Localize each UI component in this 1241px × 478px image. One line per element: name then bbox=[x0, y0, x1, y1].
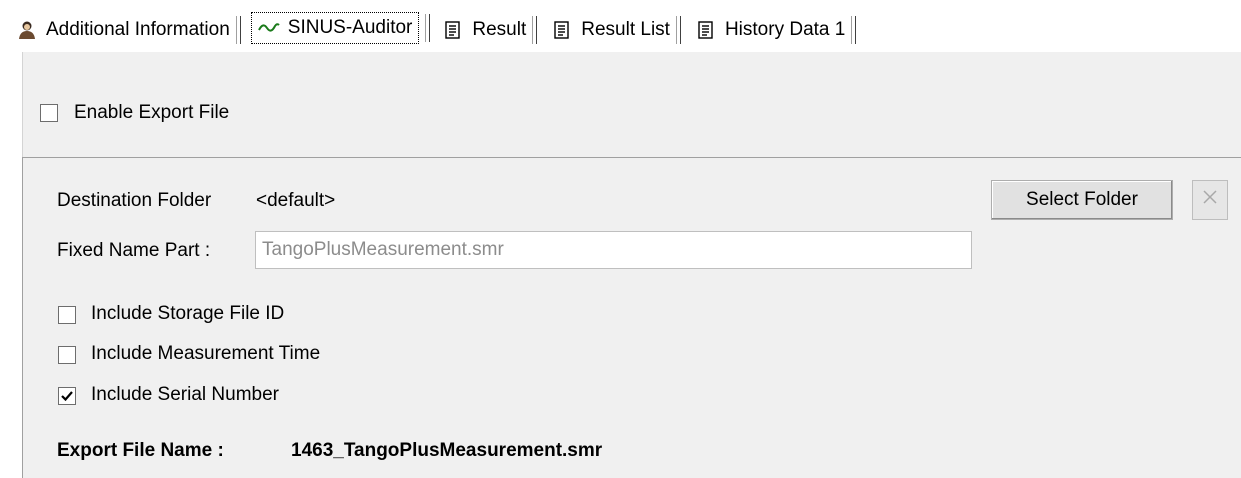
tab-history-data-1[interactable]: History Data 1 bbox=[687, 13, 862, 47]
fixed-name-value: TangoPlusMeasurement.smr bbox=[262, 239, 504, 260]
include-storage-file-id-checkbox[interactable] bbox=[58, 306, 76, 324]
tab-separator bbox=[675, 16, 681, 44]
clear-folder-button[interactable] bbox=[1192, 180, 1228, 220]
close-icon bbox=[1202, 189, 1218, 211]
tab-label: SINUS-Auditor bbox=[287, 17, 413, 38]
destination-folder-value: <default> bbox=[256, 190, 336, 211]
fixed-name-label: Fixed Name Part : bbox=[57, 240, 211, 261]
tab-result-list[interactable]: Result List bbox=[543, 13, 687, 47]
document-icon bbox=[551, 19, 573, 41]
include-serial-number-checkbox[interactable] bbox=[58, 387, 76, 405]
enable-export-label: Enable Export File bbox=[74, 102, 230, 123]
document-icon bbox=[695, 19, 717, 41]
tab-bar: Additional Information SINUS-Auditor Res… bbox=[8, 10, 862, 52]
tab-label: Additional Information bbox=[46, 19, 230, 40]
include-measurement-time-checkbox[interactable] bbox=[58, 346, 76, 364]
include-measurement-time-label: Include Measurement Time bbox=[91, 343, 321, 364]
export-file-name-value: 1463_TangoPlusMeasurement.smr bbox=[291, 440, 603, 461]
tab-separator bbox=[851, 16, 857, 44]
tab-focus-outline: SINUS-Auditor bbox=[250, 12, 420, 44]
tab-separator bbox=[425, 14, 431, 42]
tab-separator bbox=[532, 16, 538, 44]
document-icon bbox=[442, 19, 464, 41]
tab-additional-information[interactable]: Additional Information bbox=[8, 13, 247, 47]
tab-sinus-auditor[interactable]: SINUS-Auditor bbox=[247, 10, 435, 46]
destination-folder-label: Destination Folder bbox=[57, 190, 212, 211]
tab-result[interactable]: Result bbox=[434, 13, 543, 47]
include-storage-file-id-label: Include Storage File ID bbox=[91, 303, 285, 324]
tab-separator bbox=[235, 16, 241, 44]
enable-export-checkbox[interactable] bbox=[40, 104, 58, 122]
sine-wave-icon bbox=[257, 17, 280, 39]
select-folder-button-label: Select Folder bbox=[1026, 189, 1138, 210]
tab-label: Result List bbox=[581, 19, 670, 40]
checkmark-icon bbox=[61, 391, 73, 402]
select-folder-button[interactable]: Select Folder bbox=[991, 180, 1173, 220]
tab-label: Result bbox=[472, 19, 527, 40]
tab-label: History Data 1 bbox=[724, 19, 846, 40]
person-icon bbox=[16, 19, 38, 41]
include-serial-number-label: Include Serial Number bbox=[91, 384, 279, 405]
export-file-name-label: Export File Name : bbox=[57, 440, 224, 461]
fixed-name-input[interactable]: TangoPlusMeasurement.smr bbox=[255, 231, 972, 269]
